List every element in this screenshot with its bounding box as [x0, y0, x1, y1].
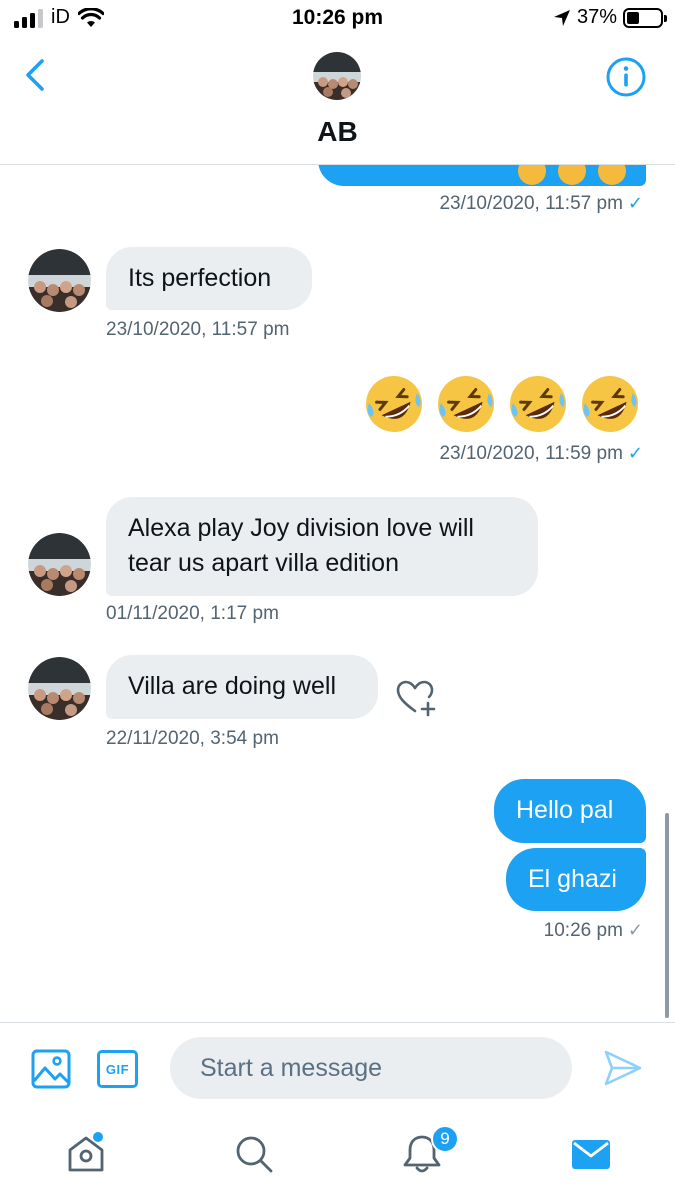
- scrollbar[interactable]: [665, 813, 669, 1018]
- status-bar: iD 10:26 pm 37%: [0, 0, 675, 40]
- message-bubble-outgoing[interactable]: El ghazi: [506, 848, 646, 911]
- avatar[interactable]: [313, 52, 361, 100]
- gif-button[interactable]: GIF: [97, 1050, 138, 1088]
- mail-icon[interactable]: [569, 1132, 613, 1176]
- status-bar-right: 37%: [553, 6, 667, 29]
- rofl-emoji-icon: [582, 376, 638, 432]
- message-composer: GIF: [0, 1022, 675, 1110]
- message-bubble-incoming[interactable]: Its perfection: [106, 247, 312, 310]
- send-icon[interactable]: [603, 1049, 643, 1087]
- message-timestamp: 23/10/2020, 11:57 pm ✓: [439, 193, 643, 214]
- message-timestamp: 01/11/2020, 1:17 pm: [106, 603, 279, 624]
- back-chevron-icon[interactable]: [18, 55, 54, 95]
- delivered-check-icon: ✓: [627, 193, 643, 213]
- message-timestamp: 23/10/2020, 11:59 pm ✓: [439, 443, 643, 464]
- avatar[interactable]: [28, 657, 91, 720]
- avatar[interactable]: [28, 533, 91, 596]
- home-icon[interactable]: [64, 1132, 108, 1176]
- search-icon[interactable]: [232, 1132, 276, 1176]
- info-icon[interactable]: [605, 56, 647, 98]
- notification-count-badge: 9: [431, 1125, 459, 1153]
- battery-fill: [627, 11, 639, 24]
- heart-plus-icon[interactable]: [394, 677, 436, 719]
- message-bubble-incoming[interactable]: Villa are doing well: [106, 655, 378, 719]
- battery-percent: 37%: [576, 6, 617, 28]
- location-arrow-icon: [553, 9, 570, 26]
- message-input[interactable]: [170, 1037, 572, 1099]
- message-bubble-outgoing[interactable]: Hello pal: [494, 779, 646, 843]
- rofl-emoji-icon: [366, 376, 422, 432]
- page-title[interactable]: AB: [0, 116, 675, 148]
- sent-check-icon: ✓: [627, 920, 643, 940]
- message-timestamp: 10:26 pm ✓: [543, 920, 643, 941]
- image-icon[interactable]: [31, 1049, 71, 1089]
- rofl-emoji-icon: [510, 376, 566, 432]
- message-timestamp: 22/11/2020, 3:54 pm: [106, 728, 279, 749]
- message-emoji-outgoing[interactable]: [363, 373, 641, 435]
- rofl-emoji-icon: [438, 376, 494, 432]
- bottom-tab-bar: [0, 1110, 675, 1200]
- avatar[interactable]: [28, 249, 91, 312]
- message-bubble-outgoing[interactable]: [318, 165, 646, 186]
- message-thread[interactable]: 23/10/2020, 11:57 pm ✓ Its perfection 23/…: [0, 165, 675, 1022]
- message-bubble-incoming[interactable]: Alexa play Joy division love will tear u…: [106, 497, 538, 596]
- conversation-header: AB: [0, 40, 675, 165]
- message-timestamp: 23/10/2020, 11:57 pm: [106, 319, 290, 340]
- battery-icon: [623, 7, 667, 28]
- delivered-check-icon: ✓: [627, 443, 643, 463]
